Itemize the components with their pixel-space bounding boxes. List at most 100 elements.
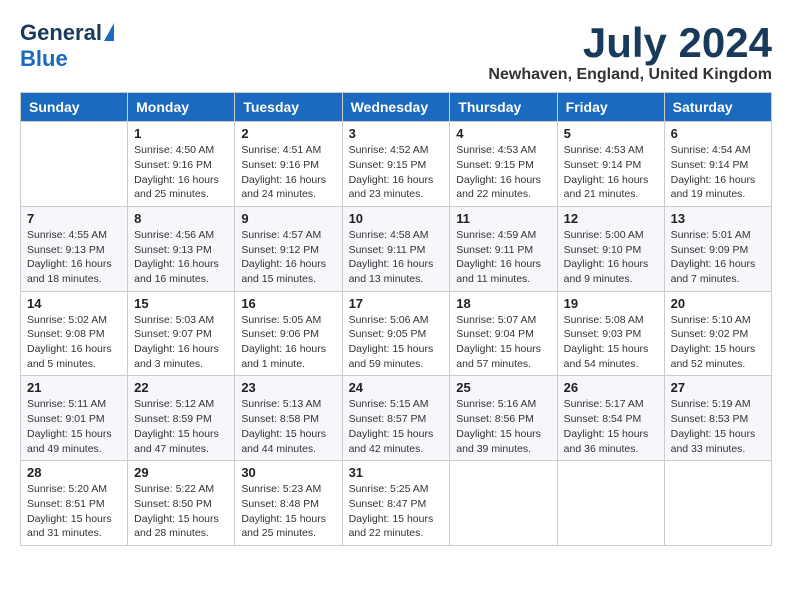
- calendar-cell: 11 Sunrise: 4:59 AM Sunset: 9:11 PM Dayli…: [450, 206, 557, 291]
- day-info: Sunrise: 4:51 AM Sunset: 9:16 PM Dayligh…: [241, 143, 335, 202]
- day-info: Sunrise: 4:54 AM Sunset: 9:14 PM Dayligh…: [671, 143, 765, 202]
- calendar-cell: 10 Sunrise: 4:58 AM Sunset: 9:11 PM Dayli…: [342, 206, 450, 291]
- day-of-week-header: Friday: [557, 93, 664, 122]
- day-number: 10: [349, 211, 444, 226]
- day-info: Sunrise: 4:56 AM Sunset: 9:13 PM Dayligh…: [134, 228, 228, 287]
- title-area: July 2024 Newhaven, England, United King…: [488, 20, 772, 84]
- day-of-week-header: Sunday: [21, 93, 128, 122]
- calendar-cell: 25 Sunrise: 5:16 AM Sunset: 8:56 PM Dayli…: [450, 376, 557, 461]
- calendar-cell: 30 Sunrise: 5:23 AM Sunset: 8:48 PM Dayli…: [235, 461, 342, 546]
- page-header: General Blue July 2024 Newhaven, England…: [20, 20, 772, 84]
- calendar-cell: 6 Sunrise: 4:54 AM Sunset: 9:14 PM Daylig…: [664, 122, 771, 207]
- calendar-cell: [21, 122, 128, 207]
- day-info: Sunrise: 4:50 AM Sunset: 9:16 PM Dayligh…: [134, 143, 228, 202]
- day-number: 5: [564, 126, 658, 141]
- month-title: July 2024: [488, 20, 772, 66]
- day-of-week-header: Saturday: [664, 93, 771, 122]
- calendar-cell: 24 Sunrise: 5:15 AM Sunset: 8:57 PM Dayli…: [342, 376, 450, 461]
- logo-general: General: [20, 20, 102, 46]
- day-of-week-header: Tuesday: [235, 93, 342, 122]
- day-of-week-header: Thursday: [450, 93, 557, 122]
- logo-icon: [104, 23, 114, 41]
- day-of-week-header: Wednesday: [342, 93, 450, 122]
- calendar-cell: 5 Sunrise: 4:53 AM Sunset: 9:14 PM Daylig…: [557, 122, 664, 207]
- day-info: Sunrise: 5:11 AM Sunset: 9:01 PM Dayligh…: [27, 397, 121, 456]
- calendar-cell: 23 Sunrise: 5:13 AM Sunset: 8:58 PM Dayli…: [235, 376, 342, 461]
- calendar-week-row: 28 Sunrise: 5:20 AM Sunset: 8:51 PM Dayli…: [21, 461, 772, 546]
- day-number: 11: [456, 211, 550, 226]
- calendar-cell: 17 Sunrise: 5:06 AM Sunset: 9:05 PM Dayli…: [342, 291, 450, 376]
- calendar-cell: 29Sunrise: 5:22 AM Sunset: 8:50 PM Dayli…: [128, 461, 235, 546]
- day-info: Sunrise: 5:02 AM Sunset: 9:08 PM Dayligh…: [27, 313, 121, 372]
- logo-blue: Blue: [20, 46, 68, 72]
- day-number: 28: [27, 465, 121, 480]
- day-info: Sunrise: 4:59 AM Sunset: 9:11 PM Dayligh…: [456, 228, 550, 287]
- day-info: Sunrise: 4:53 AM Sunset: 9:15 PM Dayligh…: [456, 143, 550, 202]
- calendar-cell: 3 Sunrise: 4:52 AM Sunset: 9:15 PM Daylig…: [342, 122, 450, 207]
- day-info: Sunrise: 5:20 AM Sunset: 8:51 PM Dayligh…: [27, 482, 121, 541]
- day-info: Sunrise: 5:06 AM Sunset: 9:05 PM Dayligh…: [349, 313, 444, 372]
- day-number: 9: [241, 211, 335, 226]
- calendar-week-row: 7Sunrise: 4:55 AM Sunset: 9:13 PM Daylig…: [21, 206, 772, 291]
- calendar-cell: 19Sunrise: 5:08 AM Sunset: 9:03 PM Dayli…: [557, 291, 664, 376]
- calendar-cell: 31 Sunrise: 5:25 AM Sunset: 8:47 PM Dayli…: [342, 461, 450, 546]
- day-number: 31: [349, 465, 444, 480]
- calendar-cell: 2Sunrise: 4:51 AM Sunset: 9:16 PM Daylig…: [235, 122, 342, 207]
- day-number: 13: [671, 211, 765, 226]
- day-number: 15: [134, 296, 228, 311]
- day-number: 21: [27, 380, 121, 395]
- day-number: 30: [241, 465, 335, 480]
- day-number: 17: [349, 296, 444, 311]
- day-number: 8: [134, 211, 228, 226]
- calendar-cell: [450, 461, 557, 546]
- calendar-cell: 22Sunrise: 5:12 AM Sunset: 8:59 PM Dayli…: [128, 376, 235, 461]
- day-info: Sunrise: 5:13 AM Sunset: 8:58 PM Dayligh…: [241, 397, 335, 456]
- calendar-cell: 28 Sunrise: 5:20 AM Sunset: 8:51 PM Dayli…: [21, 461, 128, 546]
- calendar-cell: 18Sunrise: 5:07 AM Sunset: 9:04 PM Dayli…: [450, 291, 557, 376]
- day-info: Sunrise: 5:00 AM Sunset: 9:10 PM Dayligh…: [564, 228, 658, 287]
- calendar-week-row: 1 Sunrise: 4:50 AM Sunset: 9:16 PM Daylig…: [21, 122, 772, 207]
- calendar-cell: 13Sunrise: 5:01 AM Sunset: 9:09 PM Dayli…: [664, 206, 771, 291]
- day-number: 14: [27, 296, 121, 311]
- day-number: 23: [241, 380, 335, 395]
- day-info: Sunrise: 4:57 AM Sunset: 9:12 PM Dayligh…: [241, 228, 335, 287]
- location: Newhaven, England, United Kingdom: [488, 66, 772, 84]
- day-number: 22: [134, 380, 228, 395]
- day-number: 4: [456, 126, 550, 141]
- day-number: 19: [564, 296, 658, 311]
- calendar-cell: 16 Sunrise: 5:05 AM Sunset: 9:06 PM Dayli…: [235, 291, 342, 376]
- day-info: Sunrise: 5:15 AM Sunset: 8:57 PM Dayligh…: [349, 397, 444, 456]
- logo: General Blue: [20, 20, 114, 72]
- day-info: Sunrise: 5:03 AM Sunset: 9:07 PM Dayligh…: [134, 313, 228, 372]
- calendar-cell: 12 Sunrise: 5:00 AM Sunset: 9:10 PM Dayli…: [557, 206, 664, 291]
- day-number: 16: [241, 296, 335, 311]
- day-number: 25: [456, 380, 550, 395]
- calendar-cell: 14 Sunrise: 5:02 AM Sunset: 9:08 PM Dayli…: [21, 291, 128, 376]
- calendar-cell: 26 Sunrise: 5:17 AM Sunset: 8:54 PM Dayli…: [557, 376, 664, 461]
- day-info: Sunrise: 5:25 AM Sunset: 8:47 PM Dayligh…: [349, 482, 444, 541]
- calendar-cell: 8 Sunrise: 4:56 AM Sunset: 9:13 PM Daylig…: [128, 206, 235, 291]
- day-info: Sunrise: 5:16 AM Sunset: 8:56 PM Dayligh…: [456, 397, 550, 456]
- day-info: Sunrise: 4:53 AM Sunset: 9:14 PM Dayligh…: [564, 143, 658, 202]
- day-number: 1: [134, 126, 228, 141]
- day-number: 26: [564, 380, 658, 395]
- calendar-cell: [557, 461, 664, 546]
- day-info: Sunrise: 5:17 AM Sunset: 8:54 PM Dayligh…: [564, 397, 658, 456]
- day-number: 3: [349, 126, 444, 141]
- calendar-cell: 7Sunrise: 4:55 AM Sunset: 9:13 PM Daylig…: [21, 206, 128, 291]
- day-number: 27: [671, 380, 765, 395]
- calendar-cell: [664, 461, 771, 546]
- day-info: Sunrise: 5:23 AM Sunset: 8:48 PM Dayligh…: [241, 482, 335, 541]
- day-number: 24: [349, 380, 444, 395]
- day-info: Sunrise: 4:52 AM Sunset: 9:15 PM Dayligh…: [349, 143, 444, 202]
- day-number: 18: [456, 296, 550, 311]
- day-number: 12: [564, 211, 658, 226]
- day-info: Sunrise: 4:55 AM Sunset: 9:13 PM Dayligh…: [27, 228, 121, 287]
- day-of-week-header: Monday: [128, 93, 235, 122]
- day-number: 29: [134, 465, 228, 480]
- calendar-week-row: 14 Sunrise: 5:02 AM Sunset: 9:08 PM Dayli…: [21, 291, 772, 376]
- day-info: Sunrise: 4:58 AM Sunset: 9:11 PM Dayligh…: [349, 228, 444, 287]
- calendar-cell: 4 Sunrise: 4:53 AM Sunset: 9:15 PM Daylig…: [450, 122, 557, 207]
- day-number: 6: [671, 126, 765, 141]
- day-info: Sunrise: 5:05 AM Sunset: 9:06 PM Dayligh…: [241, 313, 335, 372]
